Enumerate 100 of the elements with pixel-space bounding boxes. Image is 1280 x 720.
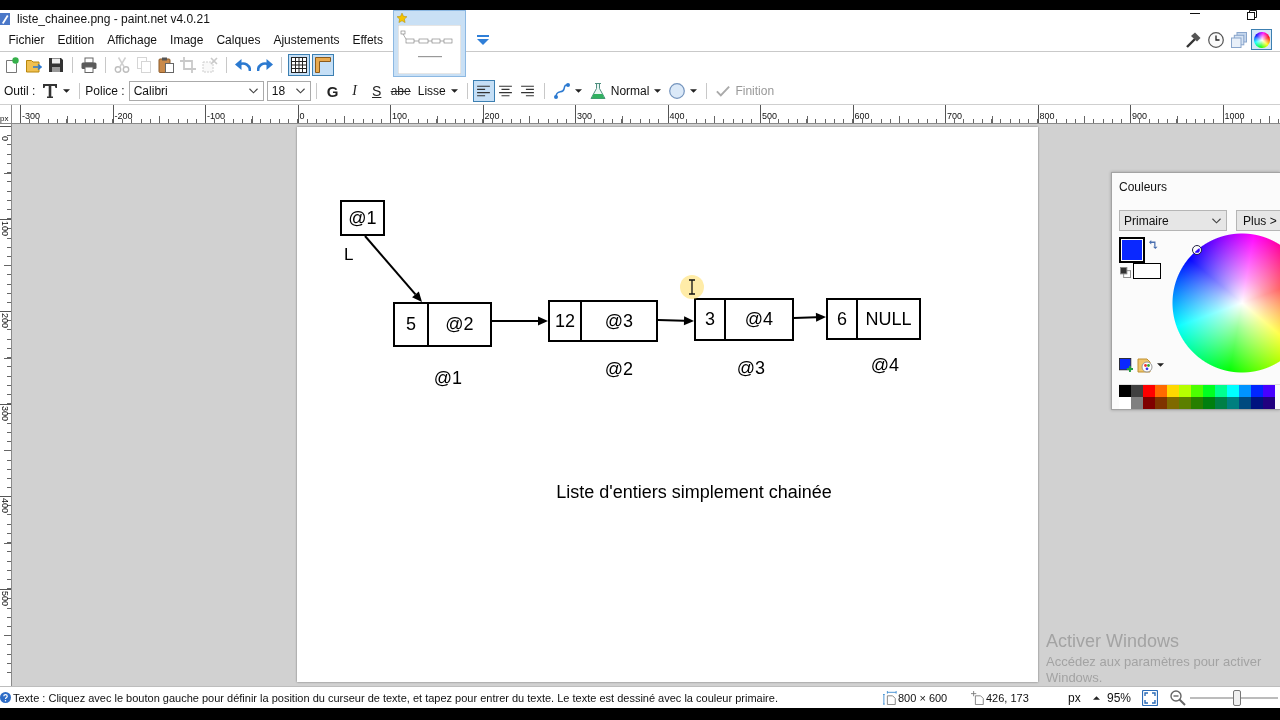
undo-icon[interactable] bbox=[235, 57, 251, 73]
text-cursor-icon bbox=[680, 275, 704, 299]
clipboard-icon[interactable] bbox=[158, 57, 174, 73]
grid-icon bbox=[291, 57, 307, 73]
color-target-dropdown[interactable]: Primaire bbox=[1119, 210, 1227, 231]
arrow bbox=[364, 235, 422, 302]
strikethrough-button[interactable]: abe bbox=[387, 80, 414, 102]
italic-button[interactable]: I bbox=[343, 80, 366, 102]
ring-marker-icon[interactable] bbox=[1192, 245, 1202, 255]
palette-swatch-icon[interactable] bbox=[1239, 385, 1251, 397]
palette-swatch-icon[interactable] bbox=[1203, 385, 1215, 397]
caret-icon[interactable] bbox=[1157, 363, 1164, 367]
flask-icon bbox=[589, 83, 606, 99]
menu-item[interactable]: Affichage bbox=[100, 32, 164, 47]
palette-icon[interactable] bbox=[1137, 357, 1153, 373]
text-tool-icon bbox=[42, 83, 59, 99]
slider-thumb[interactable] bbox=[1232, 689, 1241, 706]
palette-swatch-icon[interactable] bbox=[1167, 397, 1179, 409]
arrow bbox=[793, 312, 826, 322]
zoom-field[interactable]: 95% bbox=[1104, 690, 1139, 705]
primary-swatch-icon[interactable] bbox=[1119, 237, 1145, 263]
palette-swatch-icon[interactable] bbox=[1215, 397, 1227, 409]
menu-item[interactable]: Image bbox=[163, 32, 210, 47]
rulers-toggle[interactable] bbox=[312, 54, 334, 76]
window-title: Couleurs bbox=[1119, 180, 1169, 194]
palette-swatch-icon[interactable] bbox=[1131, 397, 1143, 409]
arrow bbox=[491, 316, 548, 326]
menu-item[interactable]: Fichier bbox=[2, 32, 51, 47]
ruler-label: 200 bbox=[483, 111, 500, 121]
palette-swatch-icon[interactable] bbox=[1167, 385, 1179, 397]
palette-swatch-icon[interactable] bbox=[1155, 397, 1167, 409]
align-center-icon bbox=[499, 85, 513, 97]
pointer-name: L bbox=[344, 245, 354, 265]
palette-swatch-icon[interactable] bbox=[1203, 397, 1215, 409]
layers-window-toggle[interactable] bbox=[1228, 29, 1249, 50]
palette-swatch-icon[interactable] bbox=[1191, 397, 1203, 409]
font-size-dropdown[interactable]: 18 bbox=[266, 81, 311, 101]
palette-swatch-icon[interactable] bbox=[1263, 397, 1275, 409]
blend-mode-dropdown[interactable]: Normal bbox=[585, 80, 666, 102]
printer-icon[interactable] bbox=[81, 57, 97, 73]
colors-window-toggle[interactable] bbox=[1251, 29, 1272, 50]
menu-item[interactable]: Calques bbox=[209, 32, 267, 47]
palette-swatch-icon[interactable] bbox=[1131, 385, 1143, 397]
ruler-label: 0 bbox=[298, 111, 305, 121]
tool-label: Outil : bbox=[4, 84, 36, 98]
ruler-label: 400 bbox=[668, 111, 685, 121]
history-window-toggle[interactable] bbox=[1205, 29, 1226, 50]
cursor-position-text: 426, 173 bbox=[986, 691, 1029, 704]
reset-swatches-icon[interactable] bbox=[1120, 267, 1131, 278]
caret-icon bbox=[690, 89, 698, 93]
palette-swatch-icon[interactable] bbox=[1143, 385, 1155, 397]
underline-button[interactable]: S bbox=[365, 80, 388, 102]
align-left-button[interactable] bbox=[472, 80, 495, 102]
ruler-label: 100 bbox=[0, 219, 10, 236]
ruler-label: 400 bbox=[0, 497, 10, 514]
menu-item[interactable]: Ajustements bbox=[266, 32, 346, 47]
pixel-grid-toggle[interactable] bbox=[288, 54, 310, 76]
new-file-icon[interactable] bbox=[4, 57, 20, 73]
add-color-icon[interactable] bbox=[1119, 358, 1133, 372]
bold-button[interactable]: G bbox=[321, 80, 344, 102]
palette-swatch-icon[interactable] bbox=[1263, 385, 1275, 397]
open-folder-icon[interactable] bbox=[26, 57, 42, 73]
zoom-out-icon[interactable] bbox=[1170, 689, 1186, 706]
ruler-label: 100 bbox=[391, 111, 408, 121]
image-canvas[interactable]: @1 L 5 @2 12 @3 3 @4 6 NULL @1 @2 @3 @4 Liste d'entiers simplement chainée bbox=[297, 127, 1038, 682]
palette-swatch-icon[interactable] bbox=[1155, 385, 1167, 397]
caret-icon bbox=[574, 89, 582, 93]
caret-icon bbox=[1092, 695, 1100, 700]
swap-arrows-icon[interactable] bbox=[1149, 240, 1158, 249]
palette-swatch-icon[interactable] bbox=[1119, 397, 1131, 409]
node-address: @4 bbox=[869, 355, 901, 375]
menu-item[interactable]: Edition bbox=[51, 32, 101, 47]
image-tab[interactable] bbox=[393, 10, 466, 77]
palette-swatch-icon[interactable] bbox=[1179, 385, 1191, 397]
zoom-slider[interactable] bbox=[1190, 689, 1278, 706]
palette-swatch-icon[interactable] bbox=[1143, 397, 1155, 409]
fit-window-icon[interactable] bbox=[1142, 689, 1158, 706]
save-icon[interactable] bbox=[48, 57, 64, 73]
cursor-position-icon bbox=[971, 690, 985, 705]
palette-swatch-icon[interactable] bbox=[1179, 397, 1191, 409]
palette-swatch-icon[interactable] bbox=[1119, 385, 1131, 397]
palette-swatch-icon[interactable] bbox=[1227, 385, 1239, 397]
palette-swatch-icon[interactable] bbox=[1251, 397, 1263, 409]
more-button[interactable]: Plus > bbox=[1236, 210, 1280, 231]
dropdown-arrow-icon[interactable] bbox=[477, 34, 490, 45]
palette-swatch-icon[interactable] bbox=[1215, 385, 1227, 397]
palette-swatch-icon[interactable] bbox=[1251, 385, 1263, 397]
rendering-dropdown[interactable]: Lisse bbox=[413, 80, 462, 102]
font-dropdown[interactable]: Calibri bbox=[128, 81, 264, 101]
restore-icon[interactable] bbox=[1247, 10, 1257, 20]
diagram-caption: Liste d'entiers simplement chainée bbox=[555, 482, 833, 502]
palette-swatch-icon[interactable] bbox=[1239, 397, 1251, 409]
unit-dropdown[interactable]: px bbox=[1068, 690, 1104, 705]
palette-swatch-icon[interactable] bbox=[1227, 397, 1239, 409]
redo-icon[interactable] bbox=[257, 57, 273, 73]
node-pointer: NULL bbox=[864, 307, 913, 331]
secondary-swatch-icon[interactable] bbox=[1133, 263, 1161, 279]
menu-item[interactable]: Effets bbox=[345, 32, 390, 47]
palette-swatch-icon[interactable] bbox=[1191, 385, 1203, 397]
chevron-icon bbox=[1212, 217, 1221, 224]
